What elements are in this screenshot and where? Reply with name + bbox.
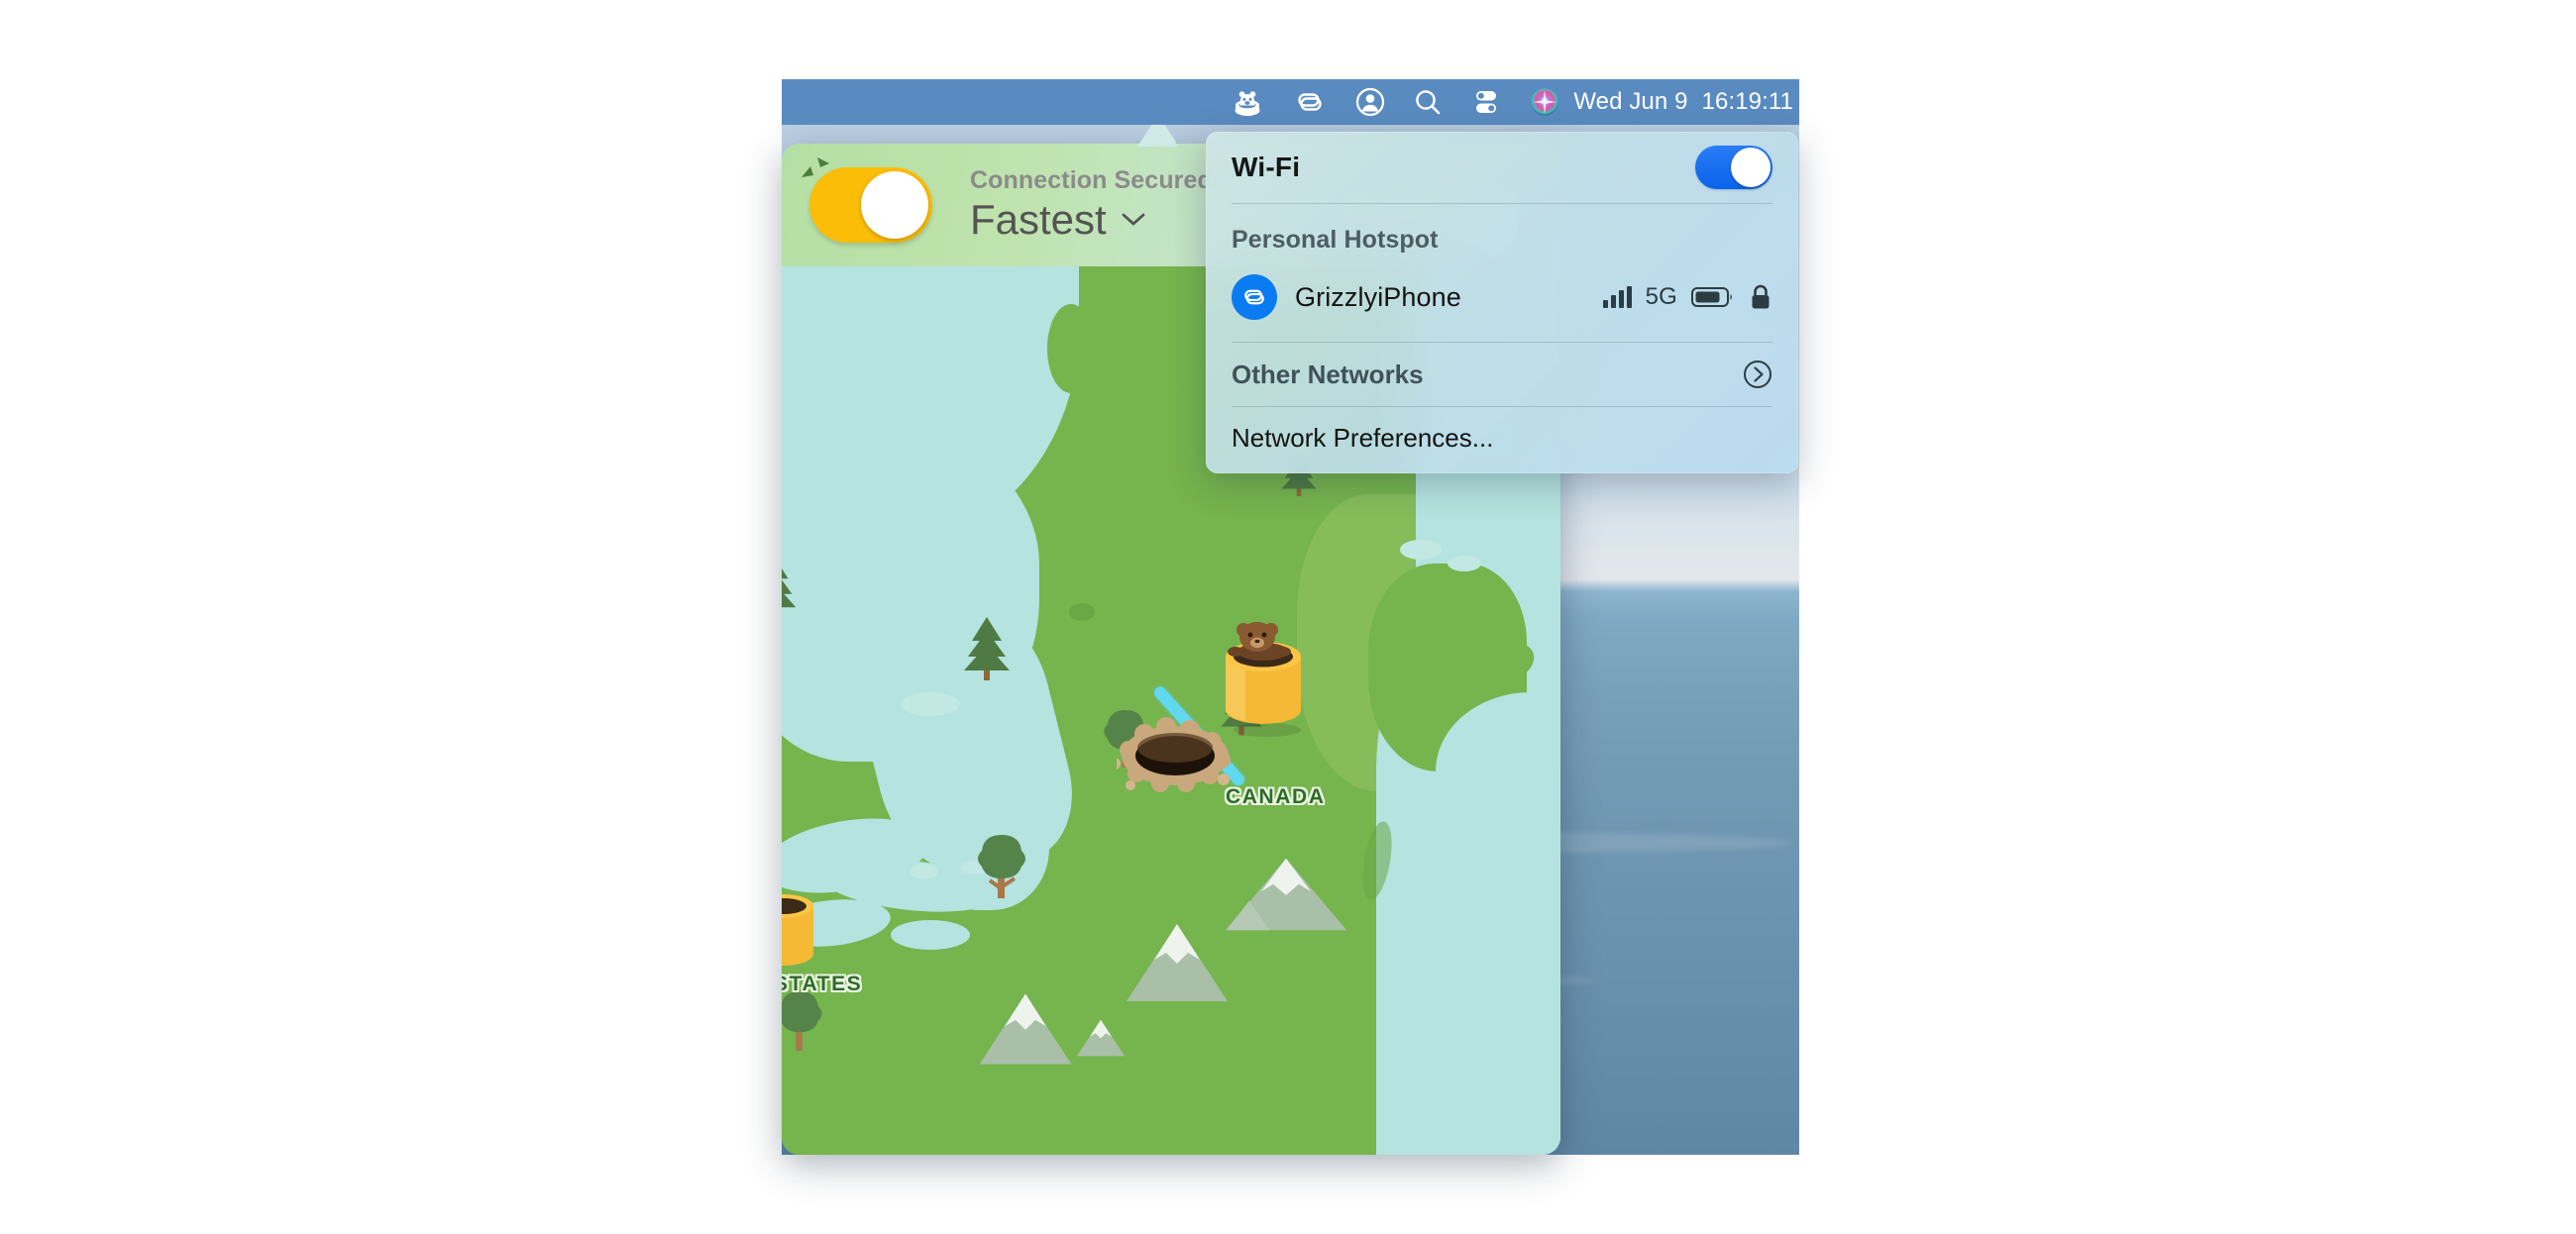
hotspot-identity: GrizzlyiPhone (1232, 274, 1461, 320)
popover-pointer-notch (1128, 125, 1188, 147)
signal-strength-icon (1602, 286, 1632, 308)
wifi-power-toggle[interactable] (1695, 146, 1772, 189)
mountain-icon (1225, 858, 1347, 931)
map-label-united-states: STATES (782, 973, 863, 995)
network-preferences-row[interactable]: Network Preferences... (1232, 407, 1772, 468)
map-label-canada: CANADA (1226, 785, 1326, 808)
pine-tree-icon (782, 567, 797, 608)
wifi-menu-panel: Wi-Fi Personal Hotspot GrizzlyiPhone 5G … (1206, 132, 1798, 473)
hotspot-network-row[interactable]: GrizzlyiPhone 5G (1232, 264, 1772, 330)
mountain-icon (1127, 924, 1228, 1001)
server-location-label: Fastest (970, 195, 1107, 243)
ocean-water (1416, 1103, 1560, 1155)
vpn-status-block: Connection Secured Fastest (970, 166, 1213, 244)
wifi-panel-title: Wi-Fi (1232, 152, 1301, 182)
hotspot-status-icons: 5G (1602, 283, 1772, 311)
tunnelbear-pipe-marker-secondary[interactable] (782, 878, 823, 977)
hotspot-network-name: GrizzlyiPhone (1295, 281, 1461, 312)
personal-hotspot-section-label: Personal Hotspot (1232, 226, 1439, 254)
screen: Wed Jun 9 16:19:11 Connection Secured Fa (0, 0, 2576, 1234)
macos-menu-bar: Wed Jun 9 16:19:11 (782, 79, 1799, 125)
vpn-toggle-knob (861, 171, 928, 239)
lake-water (1448, 556, 1481, 571)
other-networks-row[interactable]: Other Networks (1232, 343, 1772, 406)
lake-water (1400, 540, 1442, 560)
server-location-selector[interactable]: Fastest (970, 195, 1213, 245)
oak-tree-icon (978, 835, 1025, 898)
control-center-toggles-icon[interactable] (1456, 79, 1516, 125)
menu-bar-time: 16:19:11 (1701, 88, 1793, 115)
pine-tree-icon (964, 617, 1010, 680)
wifi-toggle-knob (1731, 148, 1771, 187)
oak-tree-icon (782, 991, 822, 1051)
lock-icon (1752, 284, 1770, 309)
chevron-down-icon (1122, 213, 1145, 226)
network-generation-label: 5G (1645, 283, 1677, 310)
personal-hotspot-link-icon (1232, 274, 1277, 320)
account-avatar-icon[interactable] (1342, 79, 1399, 125)
connection-status-text: Connection Secured (970, 165, 1213, 194)
island (1069, 603, 1095, 621)
lake-water (891, 920, 970, 950)
chevron-right-circle-icon[interactable] (1743, 360, 1772, 389)
mountain-icon (1076, 1019, 1126, 1057)
island (1109, 296, 1144, 352)
lake-water (911, 864, 938, 879)
spotlight-search-icon[interactable] (1399, 79, 1456, 125)
mountain-icon (979, 993, 1072, 1065)
network-preferences-label: Network Preferences... (1232, 422, 1494, 453)
lake-water (901, 692, 960, 716)
tunnelbear-bear-icon[interactable] (1217, 79, 1278, 125)
wifi-title-row: Wi-Fi (1232, 132, 1772, 203)
menu-bar-date: Wed Jun 9 (1573, 88, 1688, 115)
other-networks-label: Other Networks (1232, 359, 1424, 389)
siri-icon[interactable] (1516, 79, 1573, 125)
vpn-connection-toggle[interactable] (809, 167, 932, 243)
island (1047, 304, 1095, 393)
menu-bar-clock[interactable]: Wed Jun 9 16:19:11 (1573, 88, 1799, 116)
control-center-link-icon[interactable] (1278, 79, 1342, 125)
battery-icon (1691, 287, 1732, 307)
tunnelbear-pipe-marker[interactable] (1212, 621, 1315, 738)
